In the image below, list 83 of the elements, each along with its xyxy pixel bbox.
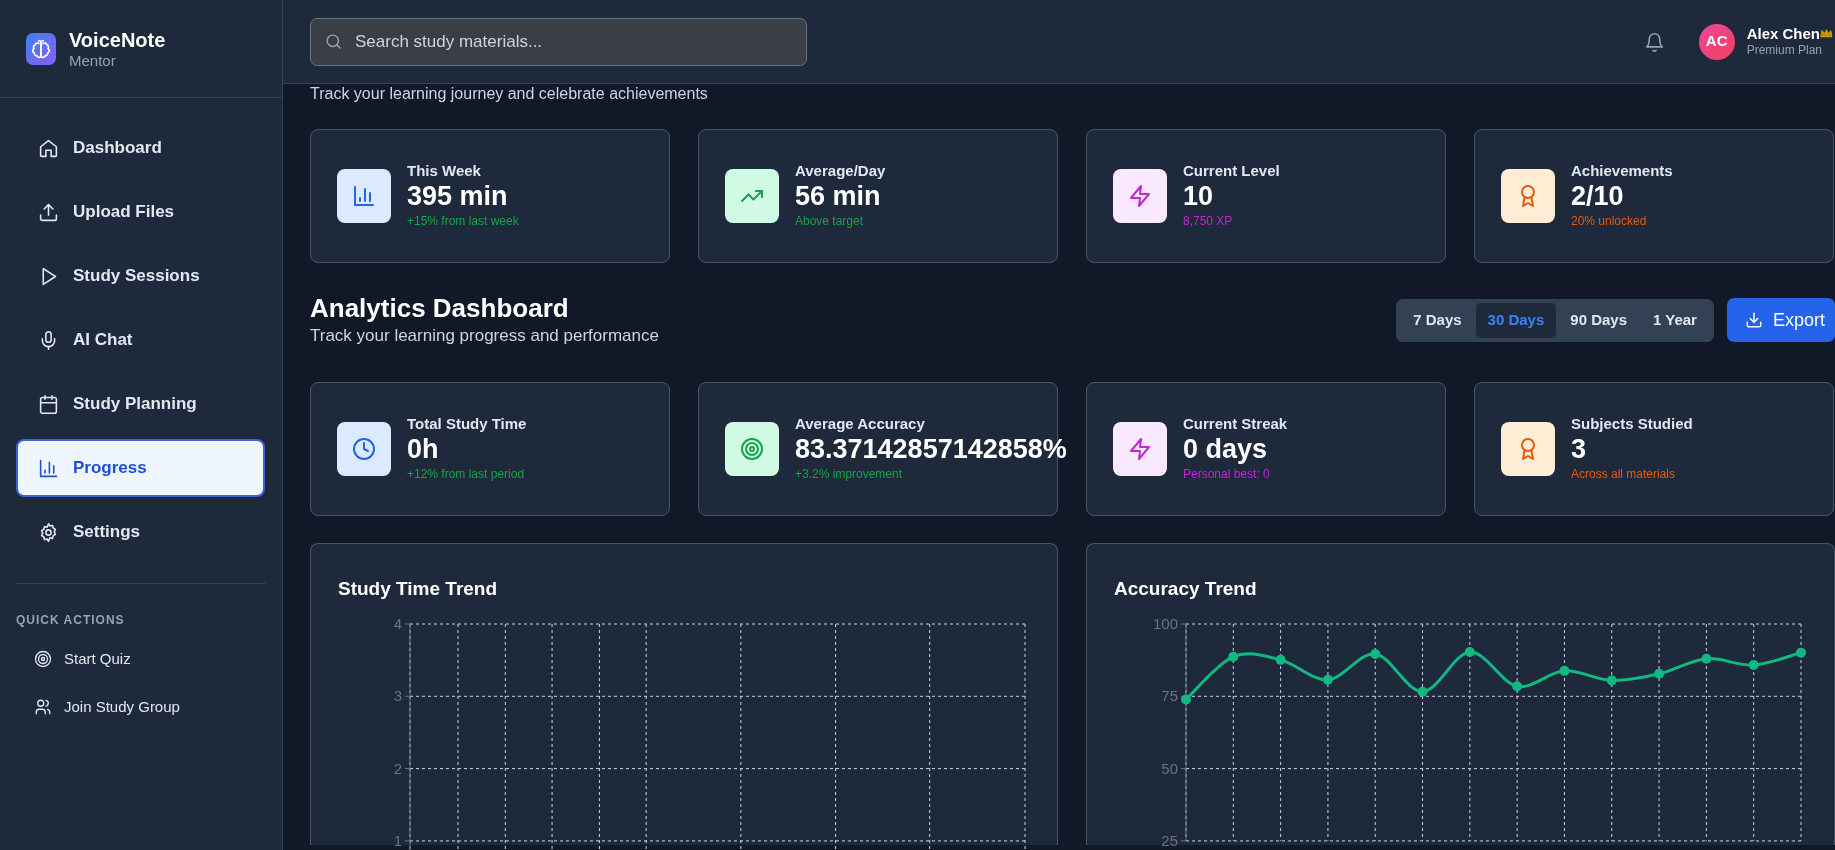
stat-note: 20% unlocked — [1571, 213, 1648, 231]
bell-icon — [1643, 31, 1665, 53]
axis-label: 3 — [393, 686, 402, 704]
brand-name: VoiceNote — [69, 27, 166, 52]
target-icon — [34, 650, 52, 668]
stat-value: 0 days — [1183, 432, 1269, 466]
bar-chart-icon — [38, 457, 59, 479]
upload-icon — [38, 201, 59, 223]
section-title: Analytics Dashboard — [310, 293, 570, 325]
range-tab[interactable]: 30 Days — [1475, 303, 1557, 338]
chart-point — [1606, 675, 1617, 686]
range-tab[interactable]: 90 Days — [1558, 303, 1639, 338]
search-field[interactable]: Search study materials... — [310, 17, 807, 66]
nav-item[interactable]: Upload Files — [16, 183, 265, 241]
stat-label: Average Accuracy — [795, 414, 926, 433]
chart-point — [1748, 659, 1759, 670]
chart-point — [1181, 694, 1191, 705]
chart-point — [1275, 654, 1286, 665]
nav-item[interactable]: AI Chat — [16, 311, 265, 369]
stat-label: Average/Day — [795, 161, 886, 180]
chart-point — [1559, 665, 1570, 676]
calendar-icon — [38, 393, 59, 415]
chart-point — [1370, 648, 1381, 659]
stat-value: 83.37142857142858% — [795, 432, 1067, 466]
search-icon — [325, 32, 342, 50]
chart-point — [1322, 674, 1333, 685]
stat-note: +15% from last week — [407, 213, 519, 231]
download-icon — [1744, 311, 1763, 330]
range-tab[interactable]: 7 Days — [1401, 303, 1474, 338]
stat-value: 3 — [1571, 432, 1588, 466]
stat-label: Current Level — [1183, 161, 1280, 180]
user-name: Alex Chen — [1746, 24, 1820, 43]
axis-label: 100 — [1152, 614, 1178, 632]
section-heading: QUICK ACTIONS — [15, 612, 126, 629]
nav-item[interactable]: Study Sessions — [16, 247, 265, 305]
stat-value: 2/10 — [1571, 179, 1625, 213]
chart-point — [1512, 680, 1523, 691]
stat-note: 8,750 XP — [1183, 213, 1234, 231]
chart-point — [1228, 651, 1239, 662]
stat-value: 56 min — [795, 179, 882, 213]
stat-note: +12% from last period — [407, 466, 526, 484]
brand-tagline: Mentor — [69, 51, 117, 70]
page-subtitle: Track your learning journey and celebrate achievements — [310, 84, 709, 104]
stat-value: 395 min — [407, 179, 509, 213]
stat-label: Total Study Time — [407, 414, 527, 433]
stat-note: Above target — [795, 213, 865, 231]
chart-point — [1701, 653, 1712, 664]
axis-label: 75 — [1161, 686, 1178, 704]
stat-note: +3.2% improvement — [795, 466, 904, 484]
nav-item[interactable]: Settings — [16, 503, 265, 561]
nav-item[interactable]: Study Planning — [16, 375, 265, 433]
stat-label: Achievements — [1571, 161, 1673, 180]
axis-label: 2 — [393, 759, 402, 777]
user-plan: Premium Plan — [1746, 42, 1823, 59]
home-icon — [38, 137, 59, 159]
chart-point — [1654, 668, 1665, 679]
stat-value: 0h — [407, 432, 440, 466]
chart-point — [1796, 647, 1806, 658]
stat-label: Subjects Studied — [1571, 414, 1693, 433]
range-tab[interactable]: 1 Year — [1641, 303, 1709, 338]
section-subtitle: Track your learning progress and performance — [310, 325, 659, 348]
quick-action[interactable]: Join Study Group — [0, 683, 260, 731]
export-button[interactable]: Export — [1726, 298, 1835, 343]
user-avatar[interactable]: AC — [1698, 23, 1735, 60]
chart-title: Study Time Trend — [338, 577, 499, 601]
axis-label: 50 — [1161, 759, 1178, 777]
nav-item[interactable]: Progress — [16, 439, 265, 497]
chart-title: Accuracy Trend — [1114, 577, 1258, 601]
stat-label: This Week — [407, 161, 482, 180]
axis-label: 4 — [393, 614, 402, 632]
settings-icon — [38, 521, 59, 543]
stat-note: Personal best: 0 — [1183, 466, 1271, 484]
users-icon — [34, 698, 52, 716]
nav-item[interactable]: Dashboard — [16, 119, 265, 177]
stat-value: 10 — [1183, 179, 1215, 213]
quick-action[interactable]: Start Quiz — [0, 635, 260, 683]
chart-point — [1417, 686, 1428, 697]
stat-label: Current Streak — [1183, 414, 1288, 433]
stat-note: Across all materials — [1571, 466, 1677, 484]
logo-icon — [26, 32, 56, 65]
axis-label: 25 — [1161, 831, 1178, 849]
axis-label: 1 — [393, 831, 402, 849]
chart-point — [1464, 646, 1475, 657]
